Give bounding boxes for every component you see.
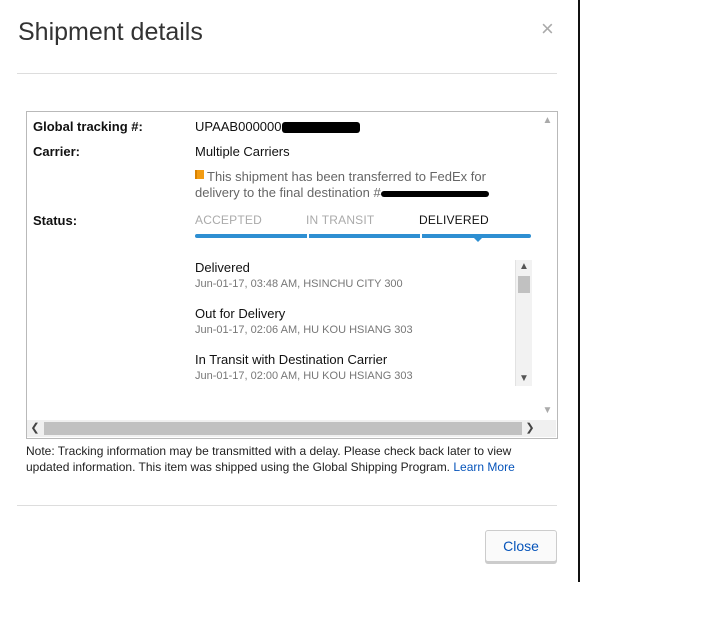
list-item: Out for Delivery Jun-01-17, 02:06 AM, HU… [195,306,515,352]
events-scrollbar[interactable]: ▲ ▼ [515,260,532,386]
tracking-label: Global tracking #: [33,119,143,134]
redaction-mark [281,122,360,134]
footer-divider [17,505,557,506]
scroll-thumb[interactable] [44,422,522,435]
header-divider [17,73,557,74]
scroll-up-icon[interactable]: ▲ [516,260,532,274]
scroll-down-icon[interactable]: ▼ [516,372,532,386]
scrollbar-corner [539,420,556,437]
note-text: Note: Tracking information may be transm… [26,444,512,474]
status-step-accepted: ACCEPTED [195,213,262,227]
scroll-left-icon[interactable]: ❮ [27,420,43,437]
shipment-details-dialog: Shipment details × Global tracking #: UP… [0,0,580,582]
event-title: Out for Delivery [195,306,286,321]
scroll-right-icon[interactable]: ❯ [522,420,538,437]
dialog-title: Shipment details [18,18,203,46]
progress-pointer [473,237,483,242]
progress-divider [420,234,422,238]
tracking-events-list: Delivered Jun-01-17, 03:48 AM, HSINCHU C… [195,260,515,386]
status-step-delivered: DELIVERED [419,213,489,227]
panel-vertical-scrollbar[interactable]: ▲ ▼ [539,112,556,420]
tracking-panel: Global tracking #: UPAAB000000 Carrier: … [26,111,558,439]
event-detail: Jun-01-17, 02:06 AM, HU KOU HSIANG 303 [195,324,413,336]
tracking-value: UPAAB000000 [195,119,360,134]
scroll-thumb[interactable] [518,276,530,293]
transfer-notice: This shipment has been transferred to Fe… [195,169,515,201]
event-detail: Jun-01-17, 03:48 AM, HSINCHU CITY 300 [195,278,403,290]
learn-more-link[interactable]: Learn More [453,460,514,474]
event-detail: Jun-01-17, 02:00 AM, HU KOU HSIANG 303 [195,370,413,382]
transfer-line-1: This shipment has been transferred to Fe… [207,169,486,184]
tracking-note: Note: Tracking information may be transm… [26,443,556,475]
carrier-label: Carrier: [33,144,80,159]
close-button[interactable]: Close [485,530,557,562]
progress-divider [307,234,309,238]
tracking-number: UPAAB000000 [195,119,282,134]
scroll-up-icon[interactable]: ▲ [539,114,556,128]
event-title: Delivered [195,260,250,275]
carrier-value: Multiple Carriers [195,144,290,159]
redaction-mark [380,190,489,197]
scroll-down-icon[interactable]: ▼ [539,404,556,418]
event-title: In Transit with Destination Carrier [195,352,388,367]
list-item: Delivered Jun-01-17, 03:48 AM, HSINCHU C… [195,260,515,306]
panel-horizontal-scrollbar[interactable]: ❮ ❯ [27,420,539,437]
close-icon[interactable]: × [541,17,554,41]
status-step-in-transit: IN TRANSIT [306,213,375,227]
list-item: In Transit with Destination Carrier Jun-… [195,352,515,386]
flag-icon [195,170,204,179]
transfer-line-2: delivery to the final destination # [195,185,381,200]
status-label: Status: [33,213,78,228]
